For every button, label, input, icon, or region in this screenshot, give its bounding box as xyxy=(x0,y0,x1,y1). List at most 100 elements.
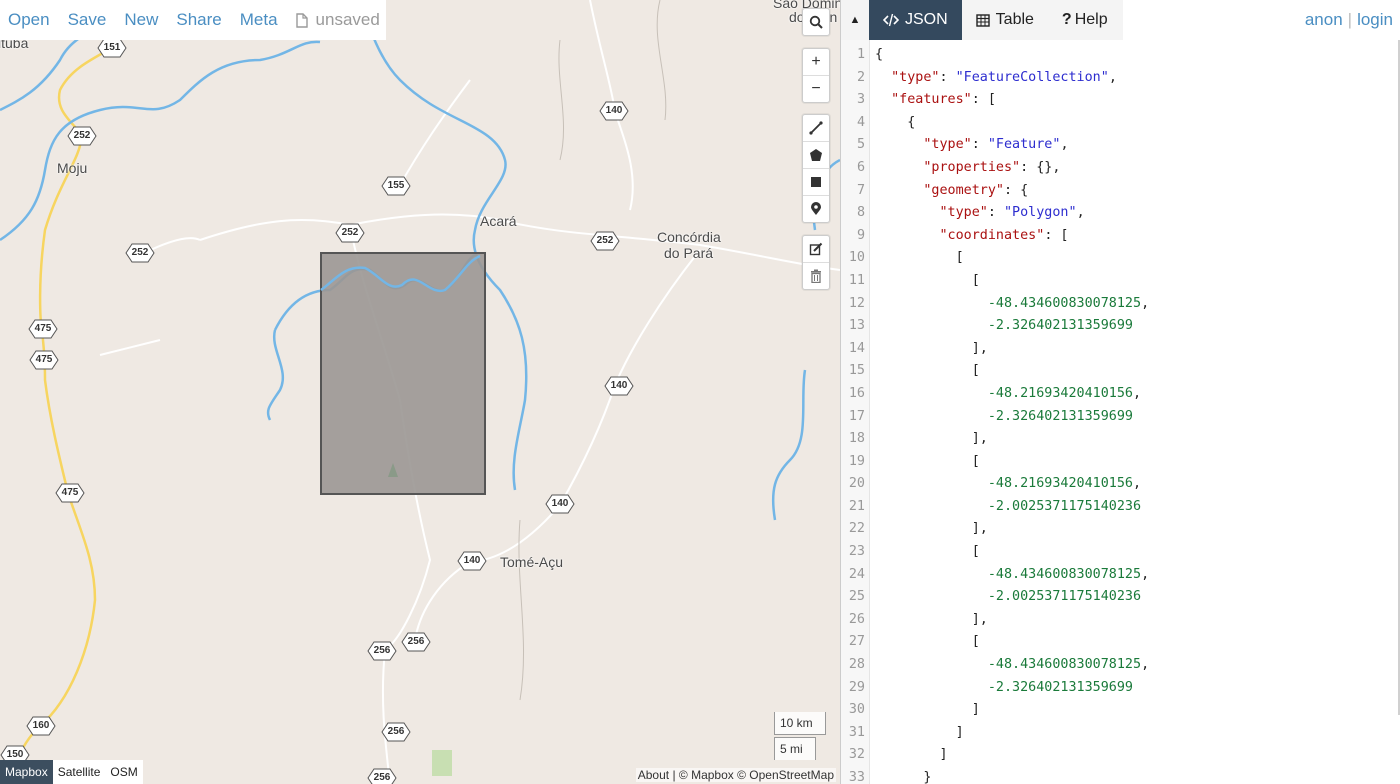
code-text: ] xyxy=(875,724,964,740)
code-text: ], xyxy=(875,521,988,537)
line-number: 22 xyxy=(848,521,865,537)
code-line[interactable]: 13 -2.326402131359699 xyxy=(841,315,1400,338)
line-number: 13 xyxy=(848,318,865,334)
code-text: ] xyxy=(875,702,980,718)
line-number: 30 xyxy=(848,702,865,718)
road-shield: 140 xyxy=(604,376,634,396)
login-link[interactable]: login xyxy=(1357,10,1393,29)
line-number: 7 xyxy=(856,182,865,198)
collapse-pane-icon[interactable]: ▲ xyxy=(841,0,869,40)
layer-mapbox[interactable]: Mapbox xyxy=(0,760,53,784)
draw-polygon-icon[interactable] xyxy=(803,142,829,169)
code-line[interactable]: 28 -48.434600830078125, xyxy=(841,654,1400,677)
edit-layers-icon[interactable] xyxy=(803,236,829,263)
code-line[interactable]: 9 "coordinates": [ xyxy=(841,225,1400,248)
draw-rectangle-icon[interactable] xyxy=(803,169,829,196)
open-button[interactable]: Open xyxy=(0,10,59,30)
code-text: "type": "Feature", xyxy=(923,137,1069,153)
park-area xyxy=(432,750,452,776)
search-control xyxy=(802,8,830,36)
code-text: { xyxy=(875,47,884,62)
code-line[interactable]: 17 -2.326402131359699 xyxy=(841,406,1400,429)
zoom-out-icon[interactable]: − xyxy=(803,76,829,102)
code-line[interactable]: 22 ], xyxy=(841,518,1400,541)
line-number: 10 xyxy=(848,250,865,266)
line-number: 17 xyxy=(848,408,865,424)
anon-link[interactable]: anon xyxy=(1305,10,1343,29)
road-shield: 252 xyxy=(335,223,365,243)
code-line[interactable]: 5 "type": "Feature", xyxy=(841,134,1400,157)
line-number: 18 xyxy=(848,431,865,447)
code-line[interactable]: 10 [ xyxy=(841,247,1400,270)
code-text: [ xyxy=(875,453,980,469)
code-text: [ xyxy=(875,544,980,560)
map-base-layer xyxy=(0,0,840,784)
code-line[interactable]: 4 { xyxy=(841,112,1400,135)
road-shield: 160 xyxy=(26,716,56,736)
scale-mi: 5 mi xyxy=(774,737,816,760)
map-attribution[interactable]: About | © Mapbox © OpenStreetMap xyxy=(635,768,836,782)
zoom-in-icon[interactable]: + xyxy=(803,49,829,76)
tab-table[interactable]: Table xyxy=(962,0,1048,40)
line-number: 26 xyxy=(848,611,865,627)
line-number: 24 xyxy=(848,566,865,582)
save-button[interactable]: Save xyxy=(59,10,116,30)
question-icon: ? xyxy=(1061,11,1072,28)
code-line[interactable]: 7 "geometry": { xyxy=(841,180,1400,203)
code-line[interactable]: 15 [ xyxy=(841,360,1400,383)
code-line[interactable]: 32 ] xyxy=(841,744,1400,767)
code-line[interactable]: 29 -2.326402131359699 xyxy=(841,677,1400,700)
code-line[interactable]: 18 ], xyxy=(841,428,1400,451)
code-line[interactable]: 30 ] xyxy=(841,699,1400,722)
road-shield: 252 xyxy=(67,126,97,146)
delete-layers-icon[interactable] xyxy=(803,263,829,289)
code-line[interactable]: 20 -48.21693420410156, xyxy=(841,473,1400,496)
code-line[interactable]: 14 ], xyxy=(841,338,1400,361)
code-line[interactable]: 8 "type": "Polygon", xyxy=(841,202,1400,225)
code-line[interactable]: 21 -2.0025371175140236 xyxy=(841,496,1400,519)
code-line[interactable]: 2 "type": "FeatureCollection", xyxy=(841,67,1400,90)
share-button[interactable]: Share xyxy=(167,10,230,30)
line-number: 23 xyxy=(848,544,865,560)
table-icon xyxy=(975,13,990,27)
code-line[interactable]: 23 [ xyxy=(841,541,1400,564)
road-shield: 256 xyxy=(367,768,397,784)
code-line[interactable]: 3 "features": [ xyxy=(841,89,1400,112)
code-line[interactable]: 24 -48.434600830078125, xyxy=(841,564,1400,587)
map-canvas[interactable]: Moju Acará Concórdia do Pará Tomé-Açu Sã… xyxy=(0,0,840,784)
layer-satellite[interactable]: Satellite xyxy=(53,760,106,784)
tab-json[interactable]: JSON xyxy=(869,0,962,40)
code-text: -2.0025371175140236 xyxy=(987,498,1142,514)
meta-button[interactable]: Meta xyxy=(231,10,287,30)
save-status: unsaved xyxy=(287,10,380,30)
draw-marker-icon[interactable] xyxy=(803,196,829,222)
tab-help[interactable]: ? Help xyxy=(1048,0,1122,40)
road-shield: 140 xyxy=(457,551,487,571)
code-line[interactable]: 33 } xyxy=(841,767,1400,784)
code-text: ], xyxy=(875,611,988,627)
search-icon[interactable] xyxy=(803,9,829,35)
user-menu: anon | login xyxy=(1305,0,1393,40)
json-editor[interactable]: 1{2 "type": "FeatureCollection", 3 "featu… xyxy=(841,40,1400,784)
tab-strip: ▲ JSON Table ? Help xyxy=(841,0,1123,40)
code-line[interactable]: 26 ], xyxy=(841,609,1400,632)
place-label: Moju xyxy=(57,160,88,176)
code-line[interactable]: 16 -48.21693420410156, xyxy=(841,383,1400,406)
code-line[interactable]: 12 -48.434600830078125, xyxy=(841,293,1400,316)
code-line[interactable]: 11 [ xyxy=(841,270,1400,293)
code-text: ], xyxy=(875,340,988,356)
code-line[interactable]: 31 ] xyxy=(841,722,1400,745)
code-line[interactable]: 25 -2.0025371175140236 xyxy=(841,586,1400,609)
draw-line-icon[interactable] xyxy=(803,115,829,142)
code-line[interactable]: 1{ xyxy=(841,44,1400,67)
new-button[interactable]: New xyxy=(115,10,167,30)
layer-osm[interactable]: OSM xyxy=(105,760,142,784)
save-status-text: unsaved xyxy=(315,10,380,29)
road-shield: 256 xyxy=(381,722,411,742)
code-line[interactable]: 27 [ xyxy=(841,631,1400,654)
line-number: 29 xyxy=(848,679,865,695)
code-line[interactable]: 19 [ xyxy=(841,451,1400,474)
line-number: 14 xyxy=(848,340,865,356)
code-line[interactable]: 6 "properties": {}, xyxy=(841,157,1400,180)
code-text: "properties": {}, xyxy=(923,159,1061,175)
